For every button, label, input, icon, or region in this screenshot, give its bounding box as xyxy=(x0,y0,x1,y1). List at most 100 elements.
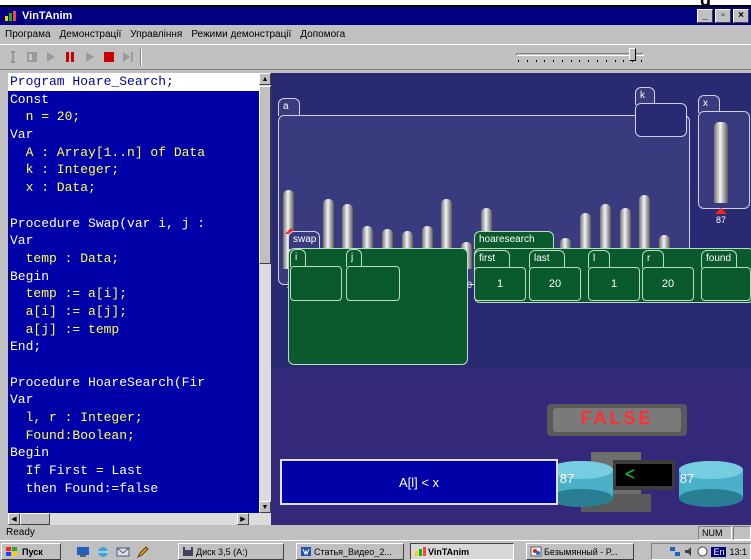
scroll-down-button[interactable]: ▼ xyxy=(259,501,271,513)
app-icon xyxy=(5,11,16,21)
code-line: Var xyxy=(10,127,34,143)
swap-var-j-tab: j xyxy=(346,249,362,267)
swap-var-i-label: i xyxy=(295,252,298,263)
x-value-bar xyxy=(714,122,728,203)
k-panel xyxy=(635,103,687,137)
code-line: Begin xyxy=(10,268,50,284)
code-vertical-scrollbar[interactable]: ▲ ▼ xyxy=(259,73,271,513)
close-button[interactable]: × xyxy=(733,9,749,23)
toolbar-separator xyxy=(140,49,142,66)
code-line: temp := a[i]; xyxy=(10,286,128,302)
clock: 13:1 xyxy=(729,546,747,557)
hoare-var-value: 1 xyxy=(496,278,504,290)
explorer-icon[interactable] xyxy=(96,545,110,558)
scroll-right-button[interactable]: ▶ xyxy=(237,513,249,525)
comparison-expression: A[l] < x xyxy=(280,459,558,505)
task-article[interactable]: Статья_Видео_2... xyxy=(296,543,404,560)
menu-control[interactable]: Управління xyxy=(129,29,183,40)
step-forward-icon[interactable] xyxy=(120,50,136,64)
code-line: Procedure HoareSearch(Fir xyxy=(10,374,206,390)
minimize-button[interactable]: _ xyxy=(697,9,713,23)
system-tray: En 13:1 xyxy=(651,543,751,560)
status-text: Ready xyxy=(6,527,35,538)
code-line: Procedure Swap(var i, j : xyxy=(10,215,206,231)
code-line: Const xyxy=(10,91,50,107)
windows-logo-icon xyxy=(6,546,17,556)
hoare-var-tab-l: l xyxy=(588,250,610,268)
window-title: VinTAnim xyxy=(22,10,73,22)
animation-area: a 1234567891011121314151617181920 k x 87… xyxy=(271,73,751,525)
swap-panel-tab: swap xyxy=(288,231,320,249)
hoare-var-tab-found: found xyxy=(701,250,737,268)
x-marker-icon xyxy=(715,208,727,214)
code-line: a[i] := a[j]; xyxy=(10,303,128,319)
menu-demo-modes[interactable]: Режими демонстрації xyxy=(190,29,292,40)
maximize-button[interactable]: ▫ xyxy=(715,9,731,23)
start-label: Пуск xyxy=(22,546,43,557)
swap-var-j-label: j xyxy=(351,252,354,263)
editor-icon[interactable] xyxy=(136,545,150,558)
menu-demos[interactable]: Демонстрації xyxy=(59,29,123,40)
status-bar: Ready NUM xyxy=(0,526,751,540)
mail-icon[interactable] xyxy=(116,545,130,558)
swap-var-j xyxy=(346,266,400,301)
code-line: Program Hoare_Search; xyxy=(8,73,259,91)
hoare-var-label: r xyxy=(647,253,651,264)
task-paint[interactable]: Безымянный - Р... xyxy=(526,543,634,560)
hoare-var-value: 1 xyxy=(610,278,618,290)
language-indicator[interactable]: En xyxy=(711,546,727,557)
taskbar: Пуск Диск 3,5 (A:) Статья_Видео_2... Vin… xyxy=(0,540,751,560)
scroll-left-button[interactable]: ◀ xyxy=(8,513,20,525)
task-disk[interactable]: Диск 3,5 (A:) xyxy=(178,543,284,560)
swap-var-i xyxy=(290,266,342,301)
code-line: A : Array[1..n] of Data xyxy=(10,144,206,160)
menu-bar: Програма Демонстрації Управління Режими … xyxy=(0,25,751,43)
status-num-cell: NUM xyxy=(698,526,732,540)
step-icon[interactable] xyxy=(24,50,40,64)
scroll-thumb[interactable] xyxy=(259,86,271,264)
play-icon[interactable] xyxy=(43,50,59,64)
task-article-label: Статья_Видео_2... xyxy=(314,546,392,557)
hoare-var-first: 1 xyxy=(474,267,526,301)
run-icon[interactable] xyxy=(82,50,98,64)
code-line: temp : Data; xyxy=(10,250,120,266)
code-line: Found:Boolean; xyxy=(10,427,135,443)
desktop-icon[interactable] xyxy=(76,545,90,558)
vintanim-icon xyxy=(415,547,426,556)
scheduler-icon[interactable] xyxy=(697,546,708,557)
start-button[interactable]: Пуск xyxy=(1,543,61,560)
hoare-var-label: l xyxy=(593,253,596,264)
code-line: Var xyxy=(10,233,34,249)
code-line: a[j] := temp xyxy=(10,321,120,337)
source-code-pane[interactable]: Program Hoare_Search; Const n = 20; Var A … xyxy=(8,73,259,513)
scroll-up-button[interactable]: ▲ xyxy=(259,73,271,85)
hoare-var-found xyxy=(701,267,751,301)
code-horizontal-scrollbar[interactable]: ◀ ▶ xyxy=(8,513,271,525)
hoare-var-tab-last: last xyxy=(529,250,565,268)
title-bar[interactable]: VinTAnim _ ▫ × xyxy=(0,7,751,25)
stop-icon[interactable] xyxy=(101,50,117,64)
volume-icon[interactable] xyxy=(684,546,694,557)
pause-icon[interactable] xyxy=(62,50,78,64)
code-line: End; xyxy=(10,339,42,355)
menu-program[interactable]: Програма xyxy=(4,29,52,40)
speed-slider-ticks xyxy=(518,60,642,63)
hscroll-thumb[interactable] xyxy=(20,513,50,525)
quick-launch xyxy=(76,545,150,558)
code-line: If First = Last xyxy=(10,463,143,479)
speed-slider[interactable] xyxy=(516,48,646,64)
hoare-var-r: 20 xyxy=(642,267,694,301)
task-vintanim[interactable]: VinTAnim xyxy=(410,543,514,560)
word-icon xyxy=(301,547,311,556)
network-icon[interactable] xyxy=(669,546,681,557)
cursor-icon[interactable] xyxy=(6,50,22,64)
menu-help[interactable]: Допомога xyxy=(299,29,346,40)
code-line: l, r : Integer; xyxy=(10,410,143,426)
code-line: n = 20; xyxy=(10,109,81,125)
hoare-var-l: 1 xyxy=(588,267,640,301)
task-paint-label: Безымянный - Р... xyxy=(544,546,618,557)
code-line: Var xyxy=(10,392,34,408)
hoare-var-value: 20 xyxy=(548,278,562,290)
